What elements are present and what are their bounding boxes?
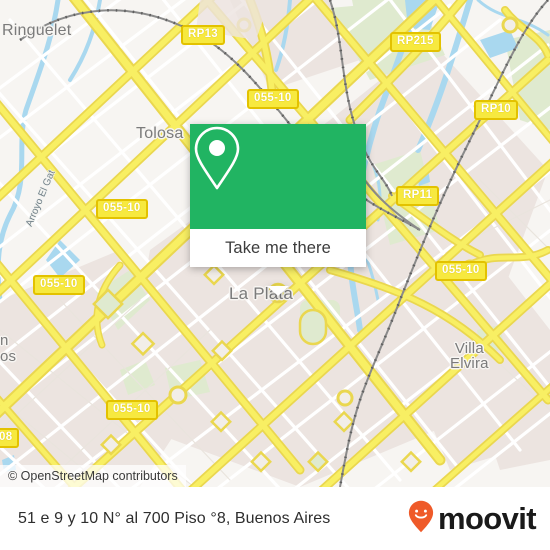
shield-055-10-e[interactable]: 055-10 [106, 400, 158, 420]
shield-rp11[interactable]: RP11 [396, 186, 440, 206]
shield-055-10-c[interactable]: 055-10 [435, 261, 487, 281]
footer-bar: 51 e 9 y 10 N° al 700 Piso °8, Buenos Ai… [0, 487, 550, 550]
shield-rp13[interactable]: RP13 [181, 25, 225, 45]
take-me-there-callout[interactable]: Take me there [190, 124, 366, 296]
callout-action-bar[interactable]: Take me there [190, 229, 366, 267]
moovit-smiling-pin-icon [408, 500, 434, 538]
shield-rp215[interactable]: RP215 [390, 32, 441, 52]
address-text: 51 e 9 y 10 N° al 700 Piso °8, Buenos Ai… [18, 509, 331, 527]
shield-055-10-b[interactable]: 055-10 [96, 199, 148, 219]
map-attribution[interactable]: © OpenStreetMap contributors [0, 465, 186, 487]
shield-08[interactable]: 08 [0, 428, 20, 448]
moovit-wordmark: moovit [437, 501, 537, 536]
moovit-map-screenshot: .urban { fill:#ece4e0; } .park { fill:#d… [0, 0, 550, 550]
callout-tail [267, 286, 289, 296]
shield-055-10-a[interactable]: 055-10 [247, 89, 299, 109]
moovit-logo[interactable]: moovit [408, 500, 537, 538]
take-me-there-label: Take me there [225, 238, 331, 257]
shield-055-10-d[interactable]: 055-10 [33, 275, 85, 295]
attribution-text: © OpenStreetMap contributors [8, 469, 178, 483]
shield-rp10[interactable]: RP10 [474, 100, 518, 120]
map-canvas[interactable]: .urban { fill:#ece4e0; } .park { fill:#d… [0, 0, 550, 487]
callout-pin-area [190, 124, 366, 229]
